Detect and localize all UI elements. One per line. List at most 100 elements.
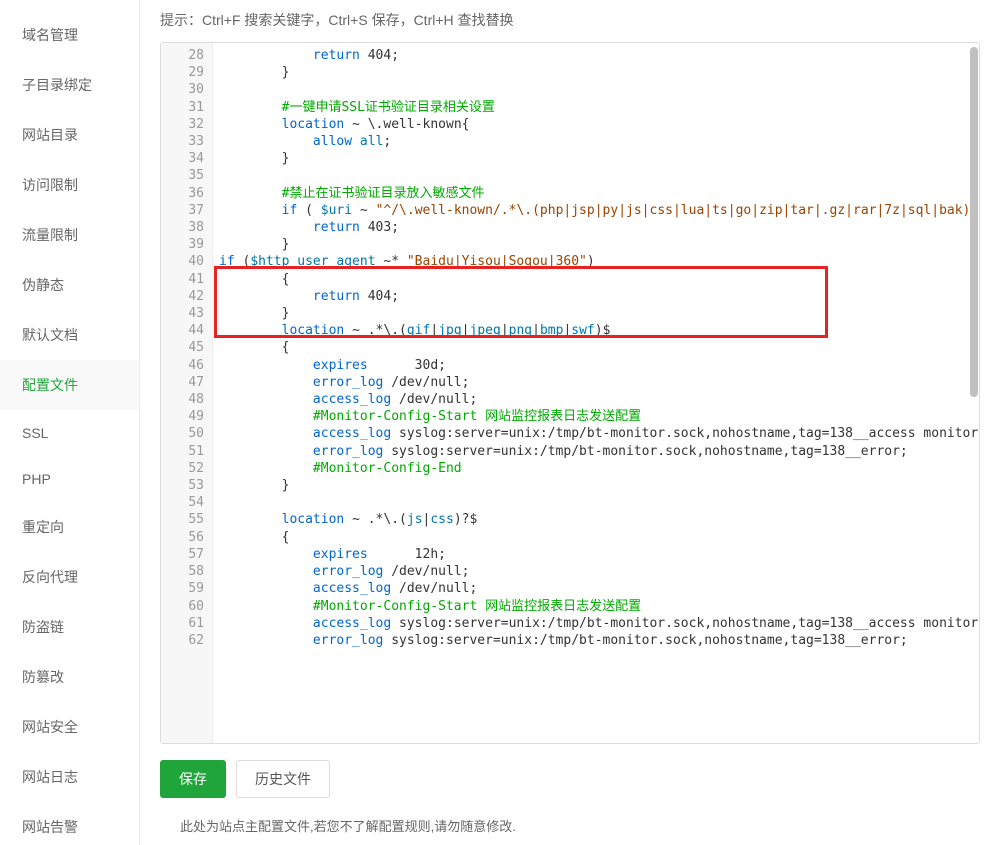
code-line[interactable]: location ~ .*\.(gif|jpg|jpeg|png|bmp|swf… [219,322,973,339]
code-line[interactable]: return 404; [219,47,973,64]
code-line[interactable] [219,494,973,511]
code-line[interactable]: error_log syslog:server=unix:/tmp/bt-mon… [219,443,973,460]
sidebar-item-2[interactable]: 网站目录 [0,110,139,160]
app-container: 域名管理子目录绑定网站目录访问限制流量限制伪静态默认文档配置文件SSLPHP重定… [0,0,1000,845]
bottom-note: 此处为站点主配置文件,若您不了解配置规则,请勿随意修改. [160,816,980,835]
line-number: 48 [161,391,204,408]
line-number: 59 [161,580,204,597]
code-line[interactable]: { [219,271,973,288]
sidebar-item-14[interactable]: 网站安全 [0,702,139,752]
code-line[interactable]: } [219,477,973,494]
line-number: 31 [161,99,204,116]
sidebar-item-3[interactable]: 访问限制 [0,160,139,210]
line-number: 44 [161,322,204,339]
code-line[interactable]: { [219,529,973,546]
code-line[interactable]: location ~ \.well-known{ [219,116,973,133]
code-line[interactable]: expires 30d; [219,357,973,374]
code-line[interactable]: #一键申请SSL证书验证目录相关设置 [219,99,973,116]
editor[interactable]: 2829303132333435363738394041424344454647… [160,42,980,744]
code-line[interactable]: if ($http_user_agent ~* "Baidu|Yisou|Sog… [219,253,973,270]
sidebar-item-6[interactable]: 默认文档 [0,310,139,360]
code-line[interactable]: access_log syslog:server=unix:/tmp/bt-mo… [219,615,973,632]
sidebar-item-5[interactable]: 伪静态 [0,260,139,310]
line-number: 32 [161,116,204,133]
line-number: 40 [161,253,204,270]
line-number: 54 [161,494,204,511]
code-line[interactable]: access_log /dev/null; [219,580,973,597]
code-line[interactable]: } [219,150,973,167]
code-line[interactable]: error_log syslog:server=unix:/tmp/bt-mon… [219,632,973,649]
line-number: 60 [161,598,204,615]
code-line[interactable]: location ~ .*\.(js|css)?$ [219,511,973,528]
sidebar-item-11[interactable]: 反向代理 [0,552,139,602]
line-number: 38 [161,219,204,236]
line-number: 57 [161,546,204,563]
code-line[interactable]: return 404; [219,288,973,305]
sidebar-item-9[interactable]: PHP [0,456,139,502]
history-button[interactable]: 历史文件 [236,760,330,798]
line-number: 49 [161,408,204,425]
line-number: 30 [161,81,204,98]
code-line[interactable]: access_log /dev/null; [219,391,973,408]
editor-scrollbar[interactable] [969,43,979,743]
scrollbar-thumb[interactable] [970,47,978,397]
sidebar-item-10[interactable]: 重定向 [0,502,139,552]
line-number: 29 [161,64,204,81]
sidebar-item-8[interactable]: SSL [0,410,139,456]
line-number: 53 [161,477,204,494]
line-number: 34 [161,150,204,167]
line-number: 45 [161,339,204,356]
line-gutter: 2829303132333435363738394041424344454647… [161,43,213,743]
code-area[interactable]: return 404; } #一键申请SSL证书验证目录相关设置 locatio… [213,43,979,743]
line-number: 28 [161,47,204,64]
code-line[interactable]: } [219,64,973,81]
sidebar-item-13[interactable]: 防篡改 [0,652,139,702]
line-number: 43 [161,305,204,322]
line-number: 35 [161,167,204,184]
code-line[interactable]: error_log /dev/null; [219,563,973,580]
line-number: 56 [161,529,204,546]
line-number: 51 [161,443,204,460]
main-panel: 提示：Ctrl+F 搜索关键字，Ctrl+S 保存，Ctrl+H 查找替换 28… [140,0,1000,845]
code-line[interactable]: expires 12h; [219,546,973,563]
line-number: 37 [161,202,204,219]
code-line[interactable]: #Monitor-Config-Start 网站监控报表日志发送配置 [219,598,973,615]
line-number: 52 [161,460,204,477]
line-number: 62 [161,632,204,649]
line-number: 36 [161,185,204,202]
editor-tip: 提示：Ctrl+F 搜索关键字，Ctrl+S 保存，Ctrl+H 查找替换 [160,10,980,30]
button-row: 保存 历史文件 [160,760,980,798]
line-number: 41 [161,271,204,288]
line-number: 55 [161,511,204,528]
sidebar-item-1[interactable]: 子目录绑定 [0,60,139,110]
sidebar-item-12[interactable]: 防盗链 [0,602,139,652]
code-line[interactable]: error_log /dev/null; [219,374,973,391]
code-line[interactable]: #Monitor-Config-End [219,460,973,477]
sidebar-item-0[interactable]: 域名管理 [0,10,139,60]
sidebar: 域名管理子目录绑定网站目录访问限制流量限制伪静态默认文档配置文件SSLPHP重定… [0,0,140,845]
code-line[interactable]: return 403; [219,219,973,236]
line-number: 61 [161,615,204,632]
line-number: 42 [161,288,204,305]
line-number: 33 [161,133,204,150]
code-line[interactable] [219,81,973,98]
sidebar-item-15[interactable]: 网站日志 [0,752,139,802]
sidebar-item-7[interactable]: 配置文件 [0,360,139,410]
code-line[interactable]: if ( $uri ~ "^/\.well-known/.*\.(php|jsp… [219,202,973,219]
code-line[interactable]: #Monitor-Config-Start 网站监控报表日志发送配置 [219,408,973,425]
code-line[interactable]: access_log syslog:server=unix:/tmp/bt-mo… [219,425,973,442]
line-number: 58 [161,563,204,580]
code-line[interactable] [219,167,973,184]
sidebar-item-16[interactable]: 网站告警 [0,802,139,845]
code-line[interactable]: } [219,236,973,253]
save-button[interactable]: 保存 [160,760,226,798]
code-line[interactable]: } [219,305,973,322]
line-number: 46 [161,357,204,374]
code-line[interactable]: #禁止在证书验证目录放入敏感文件 [219,185,973,202]
code-line[interactable]: allow all; [219,133,973,150]
line-number: 50 [161,425,204,442]
sidebar-item-4[interactable]: 流量限制 [0,210,139,260]
code-line[interactable]: { [219,339,973,356]
line-number: 39 [161,236,204,253]
line-number: 47 [161,374,204,391]
